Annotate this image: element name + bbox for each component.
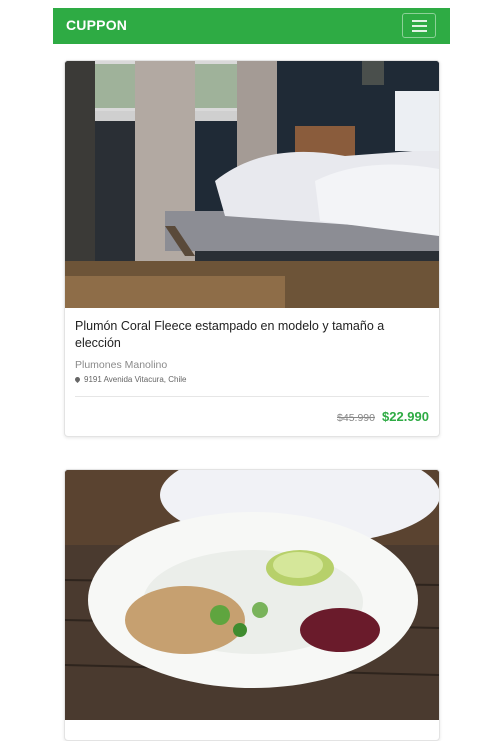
address: 9191 Avenida Vitacura, Chile <box>73 375 429 384</box>
deal-image[interactable] <box>65 61 439 308</box>
brand-logo[interactable]: CUPPON <box>66 17 127 33</box>
bedroom-bed-photo <box>65 61 439 308</box>
deal-card[interactable]: Plumón Coral Fleece estampado en modelo … <box>64 60 440 437</box>
discount-price: $22.990 <box>382 409 429 424</box>
merchant-name: Plumones Manolino <box>75 359 168 371</box>
price-block: $45.990 $22.990 <box>337 409 429 424</box>
divider <box>75 396 429 397</box>
salad-plate-photo <box>65 470 439 720</box>
deal-card[interactable] <box>64 469 440 741</box>
navbar: CUPPON <box>53 8 450 44</box>
map-pin-icon <box>73 375 82 384</box>
deal-image[interactable] <box>65 470 439 720</box>
deal-title[interactable]: Plumón Coral Fleece estampado en modelo … <box>75 318 429 352</box>
address-text: 9191 Avenida Vitacura, Chile <box>84 375 187 384</box>
hamburger-menu-icon <box>412 20 427 22</box>
hamburger-menu-button[interactable] <box>402 13 436 38</box>
deal-details: Plumón Coral Fleece estampado en modelo … <box>73 318 429 384</box>
original-price: $45.990 <box>337 412 375 424</box>
